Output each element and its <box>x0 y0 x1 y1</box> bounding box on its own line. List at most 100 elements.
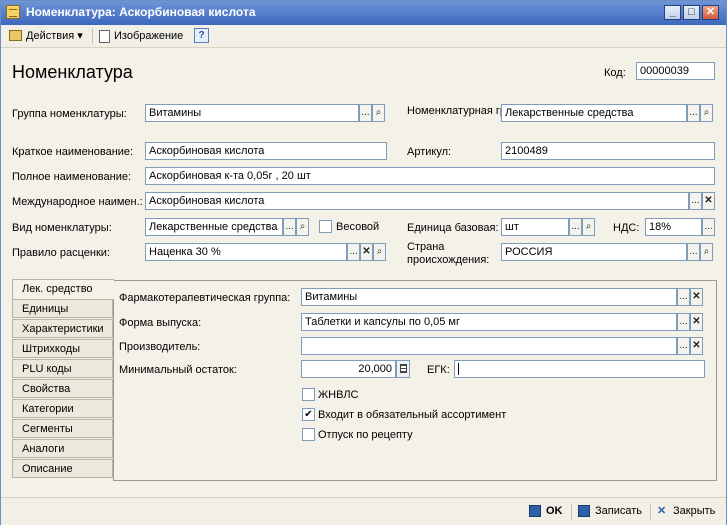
group-search-icon[interactable]: ⌕ <box>372 104 385 122</box>
kind-field[interactable]: Лекарственные средства <box>145 218 283 236</box>
close-window-button[interactable]: ✕ <box>702 5 719 20</box>
assortment-label: Входит в обязательный ассортимент <box>318 409 507 421</box>
window-title: Номенклатура: Аскорбиновая кислота <box>26 5 256 19</box>
minimize-button[interactable]: _ <box>664 5 681 20</box>
tab-plu-codes[interactable]: PLU коды <box>12 359 113 378</box>
page-title: Номенклатура <box>12 62 133 82</box>
image-icon <box>99 30 110 43</box>
save-button[interactable]: Записать <box>595 504 642 518</box>
ok-button[interactable]: OK <box>546 504 563 518</box>
min-stock-field[interactable]: 20,000 <box>301 360 396 378</box>
kind-select-button[interactable]: ... <box>283 218 296 236</box>
tab-properties[interactable]: Свойства <box>12 379 113 398</box>
tab-drug[interactable]: Лек. средство <box>12 279 114 300</box>
actions-menu[interactable]: Действия ▾ <box>26 28 83 44</box>
intl-name-label: Международное наимен.: <box>12 196 143 208</box>
group-field[interactable]: Витамины <box>145 104 359 122</box>
code-field[interactable]: 00000039 <box>636 62 715 80</box>
tab-segments[interactable]: Сегменты <box>12 419 113 438</box>
tab-analogs[interactable]: Аналоги <box>12 439 113 458</box>
ok-icon <box>529 505 541 517</box>
main-window: Номенклатура: Аскорбиновая кислота _ □ ✕… <box>0 0 727 525</box>
calculator-icon[interactable] <box>396 360 410 378</box>
price-rule-field[interactable]: Наценка 30 % <box>145 243 347 261</box>
nom-group-select-button[interactable]: ... <box>687 104 700 122</box>
group-select-button[interactable]: ... <box>359 104 372 122</box>
release-form-field[interactable]: Таблетки и капсулы по 0,05 мг <box>301 313 677 331</box>
zhnvls-checkbox[interactable] <box>302 388 315 401</box>
release-form-label: Форма выпуска: <box>119 317 202 329</box>
tab-description[interactable]: Описание <box>12 459 113 478</box>
folder-icon <box>9 30 22 41</box>
text-cursor <box>458 363 459 375</box>
intl-name-clear-icon[interactable]: ✕ <box>702 192 715 210</box>
nom-group-field[interactable]: Лекарственные средства <box>501 104 687 122</box>
release-form-select-button[interactable]: ... <box>677 313 690 331</box>
egk-field[interactable] <box>454 360 705 378</box>
image-button[interactable]: Изображение <box>114 28 183 44</box>
short-name-label: Краткое наименование: <box>12 146 134 158</box>
pharm-group-clear-icon[interactable]: ✕ <box>690 288 703 306</box>
short-name-field[interactable]: Аскорбиновая кислота <box>145 142 387 160</box>
intl-name-select-button[interactable]: ... <box>689 192 702 210</box>
manufacturer-label: Производитель: <box>119 341 201 353</box>
pharm-group-select-button[interactable]: ... <box>677 288 690 306</box>
tab-units[interactable]: Единицы <box>12 299 113 318</box>
unit-field[interactable]: шт <box>501 218 569 236</box>
country-field[interactable]: РОССИЯ <box>501 243 687 261</box>
bottom-separator <box>571 504 572 520</box>
vat-label: НДС: <box>613 222 640 234</box>
article-label: Артикул: <box>407 146 452 158</box>
maximize-button[interactable]: □ <box>683 5 700 20</box>
save-icon <box>578 505 590 517</box>
price-rule-clear-icon[interactable]: ✕ <box>360 243 373 261</box>
catalog-icon <box>6 5 20 19</box>
release-form-clear-icon[interactable]: ✕ <box>690 313 703 331</box>
country-select-button[interactable]: ... <box>687 243 700 261</box>
toolbar: Действия ▾ Изображение <box>1 25 726 48</box>
prescription-label: Отпуск по рецепту <box>318 429 413 441</box>
weight-checkbox[interactable] <box>319 220 332 233</box>
close-button[interactable]: Закрыть <box>673 504 715 518</box>
assortment-checkbox[interactable]: ✔ <box>302 408 315 421</box>
country-search-icon[interactable]: ⌕ <box>700 243 713 261</box>
full-name-label: Полное наименование: <box>12 171 132 183</box>
tab-barcodes[interactable]: Штрихкоды <box>12 339 113 358</box>
intl-name-field[interactable]: Аскорбиновая кислота <box>145 192 689 210</box>
unit-search-icon[interactable]: ⌕ <box>582 218 595 236</box>
prescription-checkbox[interactable] <box>302 428 315 441</box>
pharm-group-field[interactable]: Витамины <box>301 288 677 306</box>
bottom-bar: OK Записать ✕ Закрыть <box>1 497 726 525</box>
bottom-separator-2 <box>650 504 651 520</box>
manufacturer-select-button[interactable]: ... <box>677 337 690 355</box>
unit-select-button[interactable]: ... <box>569 218 582 236</box>
group-label: Группа номенклатуры: <box>12 108 127 120</box>
egk-label: ЕГК: <box>427 364 450 376</box>
tab-panel-drug <box>113 280 717 481</box>
manufacturer-field[interactable] <box>301 337 677 355</box>
tab-characteristics[interactable]: Характеристики <box>12 319 113 338</box>
title-bar[interactable]: Номенклатура: Аскорбиновая кислота _ □ ✕ <box>1 1 726 25</box>
nom-group-search-icon[interactable]: ⌕ <box>700 104 713 122</box>
price-rule-search-icon[interactable]: ⌕ <box>373 243 386 261</box>
tab-categories[interactable]: Категории <box>12 399 113 418</box>
vat-field[interactable]: 18% <box>645 218 702 236</box>
full-name-field[interactable]: Аскорбиновая к-та 0,05г , 20 шт <box>145 167 715 185</box>
manufacturer-clear-icon[interactable]: ✕ <box>690 337 703 355</box>
pharm-group-label: Фармакотерапевтическая группа: <box>119 292 291 304</box>
article-field[interactable]: 2100489 <box>501 142 715 160</box>
code-label: Код: <box>604 67 626 79</box>
price-rule-select-button[interactable]: ... <box>347 243 360 261</box>
country-label: Страна происхождения: <box>407 241 490 266</box>
kind-label: Вид номенклатуры: <box>12 222 112 234</box>
kind-search-icon[interactable]: ⌕ <box>296 218 309 236</box>
close-icon: ✕ <box>657 505 667 517</box>
help-button[interactable]: ? <box>194 28 209 43</box>
min-stock-label: Минимальный остаток: <box>119 364 237 376</box>
weight-label: Весовой <box>336 221 380 233</box>
zhnvls-label: ЖНВЛС <box>318 389 359 401</box>
vat-select-button[interactable]: ... <box>702 218 715 236</box>
toolbar-separator <box>92 28 93 44</box>
price-rule-label: Правило расценки: <box>12 247 110 259</box>
unit-label: Единица базовая: <box>407 222 499 234</box>
